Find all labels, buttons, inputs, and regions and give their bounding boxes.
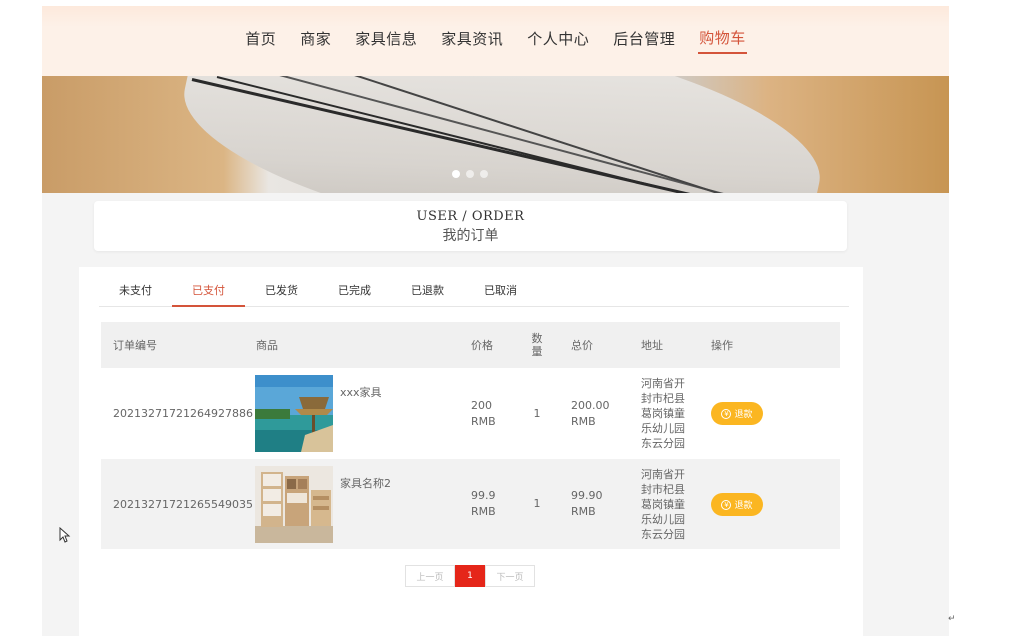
column-header-qty: 数量 [531,332,543,358]
top-nav: 首页 商家 家具信息 家具资讯 个人中心 后台管理 购物车 [42,6,949,76]
product-image[interactable] [255,466,333,543]
page-number-button[interactable]: 1 [455,565,485,587]
nav-item-home[interactable]: 首页 [244,28,277,53]
product-image[interactable] [255,375,333,452]
shipping-address: 河南省开封市杞县葛岗镇童乐幼儿园东云分园 [641,377,685,450]
price-value: 200 [471,398,492,412]
tab-paid[interactable]: 已支付 [172,267,245,307]
order-id: 20213271721264927886 [113,407,253,420]
column-header-price: 价格 [471,339,493,352]
carousel-dot[interactable] [466,170,474,178]
yen-icon: ¥ [721,408,732,419]
page-title-en: USER / ORDER [416,209,525,224]
table-row: 20213271721264927886 xxx家具 200 RMB 1 200… [101,368,840,459]
nav-item-admin[interactable]: 后台管理 [612,28,676,53]
price: 200 RMB [471,368,496,459]
total-unit: RMB [571,414,596,428]
nav-item-personal-center[interactable]: 个人中心 [526,28,590,53]
carousel-dot[interactable] [452,170,460,178]
total-value: 200.00 [571,398,610,412]
total-unit: RMB [571,505,596,518]
mouse-cursor-icon [59,527,71,543]
product-name[interactable]: 家具名称2 [340,475,391,491]
orders-table: 订单编号 商品 价格 数量 总价 地址 操作 20213271721264927… [101,322,840,549]
order-status-tabs: 未支付 已支付 已发货 已完成 已退款 已取消 [99,267,849,307]
nav-item-cart[interactable]: 购物车 [698,27,747,54]
total-price: 200.00 RMB [571,368,610,459]
column-header-action: 操作 [711,339,733,352]
banner-carousel[interactable] [42,76,949,193]
column-header-id: 订单编号 [113,339,157,352]
price-unit: RMB [471,505,496,518]
price-value: 99.9 [471,489,496,502]
price: 99.9 RMB [471,459,496,549]
carousel-indicators [452,170,488,178]
tab-refunded[interactable]: 已退款 [391,267,464,307]
total-price: 99.90 RMB [571,459,603,549]
prev-page-button[interactable]: 上一页 [405,565,455,587]
shipping-address: 河南省开封市杞县葛岗镇童乐幼儿园东云分园 [641,468,685,541]
refund-button-label: 退款 [734,501,753,511]
refund-button-label: 退款 [734,410,753,420]
quantity: 1 [533,406,541,420]
price-unit: RMB [471,414,496,428]
carousel-dot[interactable] [480,170,488,178]
column-header-goods: 商品 [256,339,278,352]
page-container: 首页 商家 家具信息 家具资讯 个人中心 后台管理 购物车 USER / ORD… [42,6,949,636]
quantity: 1 [533,497,541,510]
total-value: 99.90 [571,489,603,502]
return-mark-icon: ↵ [948,614,956,624]
refund-button[interactable]: ¥ 退款 [711,402,763,425]
nav-item-furniture-news[interactable]: 家具资讯 [440,28,504,53]
nav-menu: 首页 商家 家具信息 家具资讯 个人中心 后台管理 购物车 [42,6,949,76]
column-header-address: 地址 [641,339,663,352]
table-header: 订单编号 商品 价格 数量 总价 地址 操作 [101,322,840,368]
pagination: 上一页 1 下一页 [405,565,535,587]
orders-panel: 未支付 已支付 已发货 已完成 已退款 已取消 订单编号 商品 价格 数量 总价… [79,267,863,636]
refund-button[interactable]: ¥ 退款 [711,493,763,516]
nav-item-furniture-info[interactable]: 家具信息 [354,28,418,53]
product-name[interactable]: xxx家具 [340,384,382,400]
tab-cancelled[interactable]: 已取消 [464,267,537,307]
nav-item-merchants[interactable]: 商家 [299,28,332,53]
section-title-card: USER / ORDER 我的订单 [94,201,847,251]
table-row: 20213271721265549035 家具名称2 99.9 RMB 1 99… [101,459,840,549]
yen-icon: ¥ [721,499,732,510]
tab-unpaid[interactable]: 未支付 [99,267,172,307]
tab-shipped[interactable]: 已发货 [245,267,318,307]
next-page-button[interactable]: 下一页 [485,565,535,587]
tab-completed[interactable]: 已完成 [318,267,391,307]
order-id: 20213271721265549035 [113,497,253,511]
column-header-total: 总价 [571,339,593,352]
page-title-cn: 我的订单 [442,228,499,244]
